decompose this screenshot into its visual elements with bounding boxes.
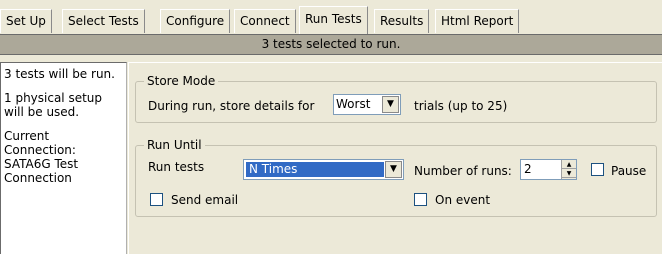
tab-set-up[interactable]: Set Up bbox=[0, 9, 52, 33]
spin-down-icon[interactable]: ▼ bbox=[562, 169, 576, 178]
tab-html-report[interactable]: Html Report bbox=[435, 9, 520, 33]
physical-setup-text: 1 physical setup will be used. bbox=[4, 91, 103, 119]
store-mode-group: Store Mode During run, store details for… bbox=[135, 74, 657, 123]
tab-connect[interactable]: Connect bbox=[234, 9, 296, 33]
send-email-checkbox[interactable] bbox=[150, 193, 163, 206]
tab-configure[interactable]: Configure bbox=[160, 9, 231, 33]
tab-results[interactable]: Results bbox=[374, 9, 430, 33]
number-of-runs-value: 2 bbox=[524, 162, 532, 176]
chevron-down-icon[interactable]: ▼ bbox=[385, 161, 402, 178]
pause-label: Pause bbox=[611, 164, 647, 178]
spin-buttons[interactable]: ▲ ▼ bbox=[561, 160, 576, 179]
run-tests-label: Run tests bbox=[148, 160, 205, 174]
run-until-legend: Run Until bbox=[144, 138, 205, 152]
number-of-runs-stepper[interactable]: 2 ▲ ▼ bbox=[520, 159, 577, 180]
tests-count-text: 3 tests will be run. bbox=[4, 67, 115, 81]
store-mode-legend: Store Mode bbox=[144, 74, 219, 88]
run-tests-panel: Store Mode During run, store details for… bbox=[128, 62, 662, 254]
store-mode-select[interactable]: Worst ▼ bbox=[333, 94, 401, 115]
info-panel: 3 tests will be run. 1 physical setup wi… bbox=[0, 62, 127, 254]
store-details-label: During run, store details for bbox=[148, 99, 315, 113]
spin-up-icon[interactable]: ▲ bbox=[562, 160, 576, 169]
store-mode-value: Worst bbox=[336, 97, 371, 111]
send-email-label: Send email bbox=[171, 193, 239, 207]
on-event-label: On event bbox=[435, 193, 491, 207]
run-until-group: Run Until Run tests N Times ▼ Number of … bbox=[135, 138, 657, 217]
pause-checkbox[interactable] bbox=[591, 163, 604, 176]
on-event-checkbox[interactable] bbox=[414, 193, 427, 206]
status-bar: 3 tests selected to run. bbox=[0, 34, 662, 55]
trials-label: trials (up to 25) bbox=[414, 99, 508, 113]
tab-select-tests[interactable]: Select Tests bbox=[62, 9, 145, 33]
number-of-runs-label: Number of runs: bbox=[414, 164, 512, 178]
current-connection-text: Current Connection: SATA6G Test Connecti… bbox=[4, 129, 79, 185]
run-tests-select[interactable]: N Times ▼ bbox=[243, 159, 404, 180]
chevron-down-icon[interactable]: ▼ bbox=[382, 96, 399, 113]
tab-bar: Set Up Select Tests Configure Connect Ru… bbox=[0, 0, 662, 34]
run-tests-value: N Times bbox=[246, 162, 384, 177]
tab-run-tests[interactable]: Run Tests bbox=[299, 6, 368, 34]
